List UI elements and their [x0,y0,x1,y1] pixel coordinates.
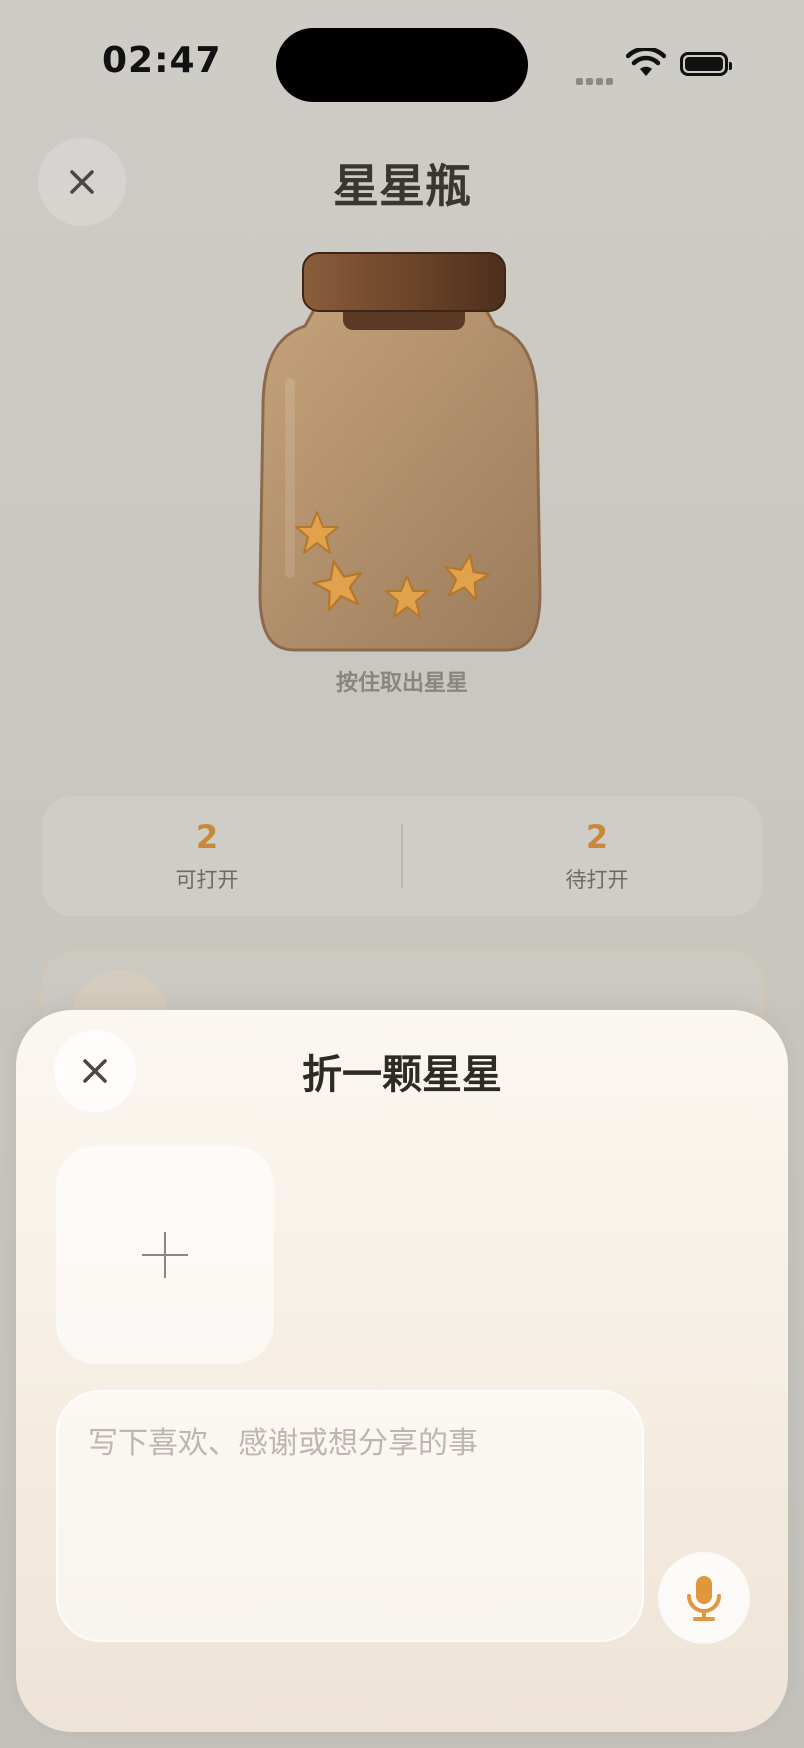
note-input[interactable] [56,1390,644,1642]
signal-icon [576,70,616,89]
battery-icon [680,52,732,76]
stat-label: 待打开 [565,868,629,892]
voice-input-button[interactable] [658,1552,750,1644]
page-title: 星星瓶 [333,159,471,213]
stat-label: 可打开 [175,868,239,892]
wifi-icon [625,46,667,82]
microphone-icon [687,1576,721,1621]
jar-hint: 按住取出星星 [335,671,468,696]
sheet-title: 折一颗星星 [302,1052,502,1098]
star-jar[interactable] [255,248,545,658]
divider [401,824,403,888]
dynamic-island [276,28,528,102]
stat-value: 2 [195,818,219,856]
add-photo-button[interactable] [56,1146,274,1364]
status-time: 02:47 [102,40,222,81]
stats-panel: 2 可打开 2 待打开 [42,796,762,916]
stat-pending: 2 待打开 [432,818,762,894]
stat-openable: 2 可打开 [42,818,372,894]
stat-value: 2 [585,818,609,856]
